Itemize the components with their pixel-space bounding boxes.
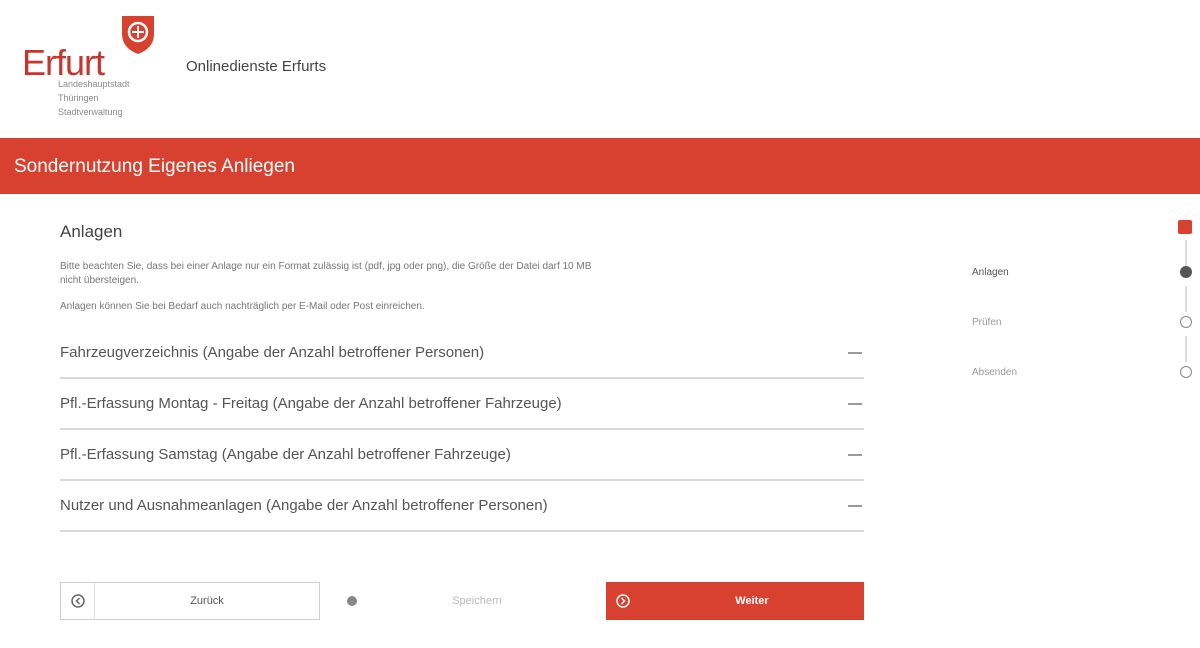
accordion-item[interactable]: Nutzer und Ausnahmeanlagen (Angabe der A…	[60, 481, 864, 532]
accordion-item[interactable]: Fahrzeugverzeichnis (Angabe der Anzahl b…	[60, 328, 864, 379]
title-banner: Sondernutzung Eigenes Anliegen	[0, 138, 1200, 194]
accordion-item-label: Nutzer und Ausnahmeanlagen (Angabe der A…	[60, 497, 548, 514]
step-absenden[interactable]: Absenden	[960, 362, 1200, 382]
arrow-left-icon	[61, 583, 95, 619]
step-label: Absenden	[972, 366, 1018, 378]
collapse-icon[interactable]	[848, 402, 862, 405]
logo-subtitle: Landeshauptstadt	[58, 79, 130, 89]
back-button-label: Zurück	[190, 595, 224, 607]
page-title: Sondernutzung Eigenes Anliegen	[14, 156, 296, 177]
next-button-label: Weiter	[735, 595, 769, 607]
step-current-icon	[1180, 266, 1192, 278]
attachment-accordion: Fahrzeugverzeichnis (Angabe der Anzahl b…	[60, 328, 864, 532]
accordion-item[interactable]: Pfl.-Erfassung Montag - Freitag (Angabe …	[60, 379, 864, 430]
save-button-label: Speichern	[452, 595, 502, 607]
next-button[interactable]: Weiter	[606, 582, 864, 620]
step-label: Anlagen	[972, 266, 1009, 278]
step-label: Prüfen	[972, 316, 1002, 328]
city-shield-icon	[122, 16, 154, 54]
logo-subtitle: Stadtverwaltung	[58, 107, 123, 117]
collapse-icon[interactable]	[848, 351, 862, 354]
step-connector	[1185, 336, 1187, 362]
upload-hint: Anlagen können Sie bei Bedarf auch nacht…	[60, 301, 425, 312]
accordion-item-label: Pfl.-Erfassung Samstag (Angabe der Anzah…	[60, 446, 511, 463]
step-connector	[1185, 286, 1187, 312]
arrow-right-icon	[606, 582, 640, 620]
step-pruefen[interactable]: Prüfen	[960, 312, 1200, 332]
erfurt-logo[interactable]: Erfurt Landeshauptstadt Thüringen Stadtv…	[22, 12, 172, 122]
step-pending-icon	[1180, 316, 1192, 328]
main-content: Anlagen Bitte beachten Sie, dass bei ein…	[60, 210, 864, 532]
step-anlagen[interactable]: Anlagen	[960, 262, 1200, 282]
progress-marker-icon	[1178, 220, 1192, 234]
section-title: Anlagen	[60, 222, 123, 241]
page-header: Erfurt Landeshauptstadt Thüringen Stadtv…	[0, 0, 1200, 136]
save-button[interactable]: Speichern	[340, 582, 590, 620]
collapse-icon[interactable]	[848, 504, 862, 507]
back-button[interactable]: Zurück	[60, 582, 320, 620]
accordion-item-label: Pfl.-Erfassung Montag - Freitag (Angabe …	[60, 395, 562, 412]
site-name: Onlinedienste Erfurts	[186, 58, 327, 75]
accordion-item[interactable]: Pfl.-Erfassung Samstag (Angabe der Anzah…	[60, 430, 864, 481]
form-navigation: Zurück Speichern Weiter	[60, 582, 864, 620]
accordion-item-label: Fahrzeugverzeichnis (Angabe der Anzahl b…	[60, 344, 485, 361]
upload-hint: Bitte beachten Sie, dass bei einer Anlag…	[60, 261, 592, 286]
logo-subtitle: Thüringen	[58, 93, 99, 103]
step-pending-icon	[1180, 366, 1192, 378]
collapse-icon[interactable]	[848, 453, 862, 456]
save-icon	[340, 595, 364, 607]
